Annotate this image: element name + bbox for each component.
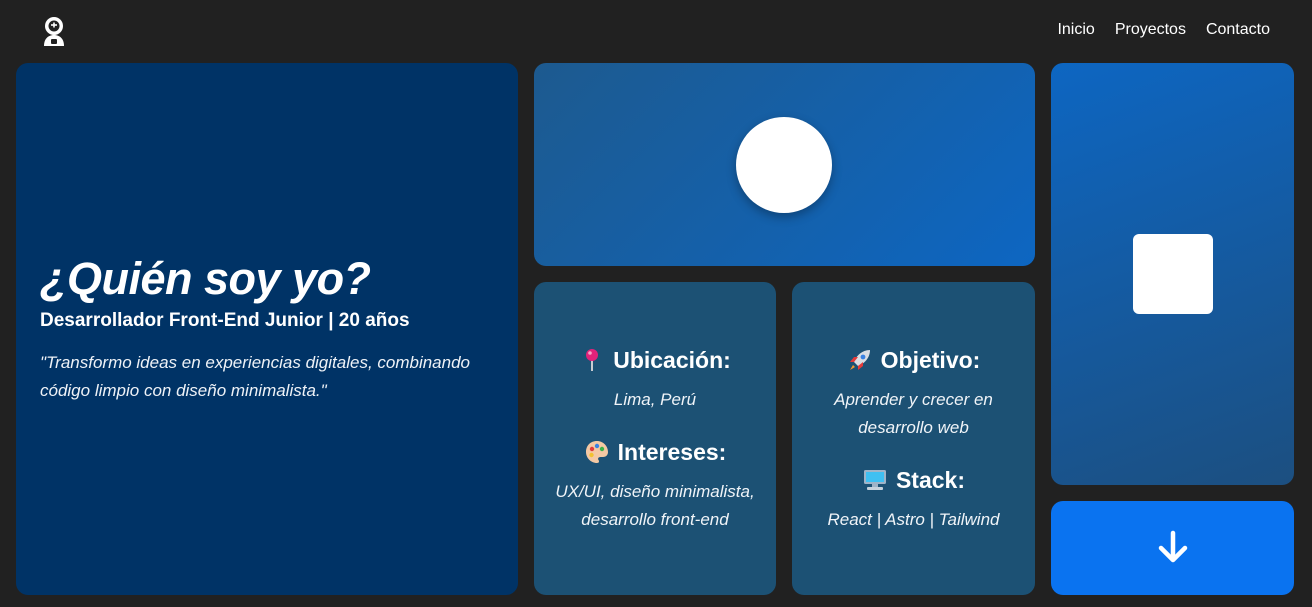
- stack-heading: Stack:: [895, 467, 966, 493]
- arrow-down-icon: [1158, 530, 1188, 563]
- about-title: ¿Quién soy yo?: [40, 253, 371, 304]
- about-card: ¿Quién soy yo? Desarrollador Front-End J…: [16, 63, 518, 595]
- info-card-location: Ubicación: Lima, Perú Intereses: UX/UI, …: [534, 282, 776, 595]
- goal-block: Objetivo: Aprender y crecer en desarroll…: [792, 346, 1035, 442]
- goal-text: Aprender y crecer en desarrollo web: [834, 390, 993, 437]
- feature-placeholder: [1133, 234, 1213, 314]
- astronaut-icon[interactable]: [40, 16, 68, 46]
- about-subtitle: Desarrollador Front-End Junior | 20 años: [40, 310, 410, 331]
- interests-heading: Intereses:: [617, 439, 727, 465]
- location-text: Lima, Perú: [613, 390, 697, 409]
- profile-photo-card: [534, 63, 1035, 266]
- interests-text: UX/UI, diseño minimalista, desarrollo fr…: [555, 482, 755, 529]
- interests-heading-row: Intereses:: [548, 438, 762, 466]
- info-card-goal: Objetivo: Aprender y crecer en desarroll…: [792, 282, 1035, 595]
- stack-heading-row: Stack:: [792, 466, 1035, 494]
- main-nav: Inicio Proyectos Contacto: [1057, 21, 1270, 39]
- stack-text: React | Astro | Tailwind: [827, 510, 1000, 529]
- interests-block: Intereses: UX/UI, diseño minimalista, de…: [534, 438, 776, 534]
- location-block: Ubicación: Lima, Perú: [534, 346, 776, 414]
- profile-avatar: [736, 117, 832, 213]
- rocket-icon: [849, 350, 870, 370]
- palette-icon: [585, 441, 608, 463]
- about-content: ¿Quién soy yo? Desarrollador Front-End J…: [40, 253, 500, 405]
- site-header: Inicio Proyectos Contacto: [0, 0, 1312, 63]
- location-heading: Ubicación:: [613, 347, 731, 373]
- goal-heading-row: Objetivo:: [814, 346, 1013, 374]
- side-feature-card: [1051, 63, 1294, 485]
- nav-link-inicio[interactable]: Inicio: [1057, 21, 1094, 39]
- computer-icon: [863, 470, 886, 490]
- nav-link-proyectos[interactable]: Proyectos: [1115, 21, 1186, 39]
- location-heading-row: Ubicación:: [534, 346, 776, 374]
- about-quote: "Transformo ideas en experiencias digita…: [40, 353, 471, 400]
- stack-block: Stack: React | Astro | Tailwind: [792, 466, 1035, 534]
- nav-link-contacto[interactable]: Contacto: [1206, 21, 1270, 39]
- goal-heading: Objetivo:: [880, 347, 981, 373]
- scroll-down-button[interactable]: [1051, 501, 1294, 595]
- pin-icon: [586, 349, 599, 371]
